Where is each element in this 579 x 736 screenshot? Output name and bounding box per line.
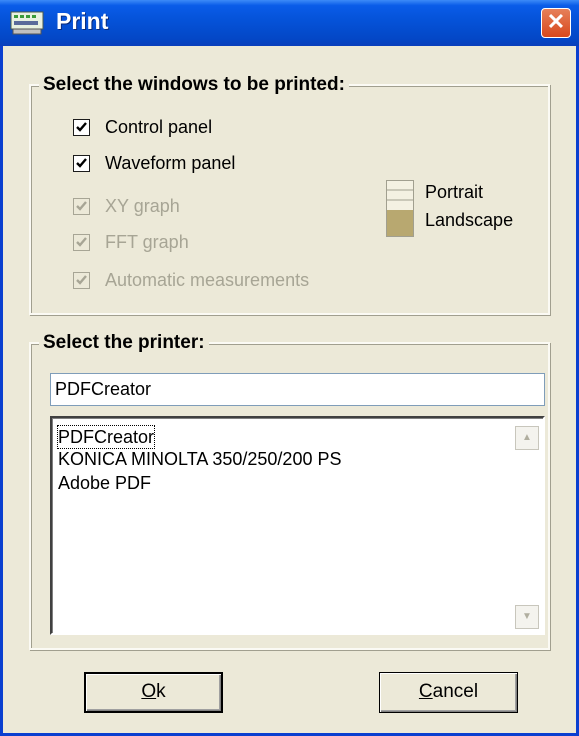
checkbox-label: Waveform panel xyxy=(105,152,236,173)
check-icon xyxy=(76,200,87,211)
checkbox-fft-graph: FFT graph xyxy=(73,229,189,255)
orientation-landscape-label[interactable]: Landscape xyxy=(425,210,513,231)
checkbox-control-panel[interactable]: Control panel xyxy=(73,114,212,140)
orientation-toggle-icon[interactable] xyxy=(386,180,414,237)
print-dialog: Print ✕ Select the windows to be printed… xyxy=(0,0,579,736)
checkbox-box xyxy=(73,271,90,289)
checkbox-automatic-measurements: Automatic measurements xyxy=(73,267,309,293)
orientation-portrait-label[interactable]: Portrait xyxy=(425,182,483,203)
list-item[interactable]: Adobe PDF xyxy=(58,472,151,494)
printer-group-legend: Select the printer: xyxy=(39,332,209,354)
checkbox-box xyxy=(73,233,90,251)
ok-mnemonic: O xyxy=(141,681,157,702)
cancel-mnemonic: C xyxy=(418,681,433,702)
scroll-up-button[interactable]: ▲ xyxy=(515,426,539,450)
printer-app-icon xyxy=(10,11,44,35)
ok-button[interactable]: Ok xyxy=(84,672,223,713)
checkbox-waveform-panel[interactable]: Waveform panel xyxy=(73,150,235,176)
checkbox-label: FFT graph xyxy=(105,231,189,252)
check-icon xyxy=(76,236,87,247)
windows-group-legend: Select the windows to be printed: xyxy=(39,74,349,96)
checkbox-box xyxy=(73,197,90,215)
checkbox-label: Control panel xyxy=(105,116,213,137)
checkbox-box[interactable] xyxy=(73,154,90,172)
check-icon xyxy=(76,121,87,132)
close-icon: ✕ xyxy=(546,9,566,34)
check-icon xyxy=(76,157,87,168)
scroll-down-button[interactable]: ▼ xyxy=(515,605,539,629)
ok-label: k xyxy=(156,681,166,702)
checkbox-xy-graph: XY graph xyxy=(73,193,180,219)
list-item[interactable]: KONICA MINOLTA 350/250/200 PS xyxy=(58,448,341,470)
title-bar[interactable]: Print ✕ xyxy=(0,0,579,46)
checkbox-label: XY graph xyxy=(105,195,180,216)
cancel-button[interactable]: Cancel xyxy=(379,672,518,713)
printer-list-scrollbar[interactable]: ▲ ▼ xyxy=(515,422,539,629)
check-icon xyxy=(76,274,87,285)
printer-list[interactable]: PDFCreator KONICA MINOLTA 350/250/200 PS… xyxy=(50,416,545,635)
checkbox-box[interactable] xyxy=(73,118,90,136)
window-title: Print xyxy=(56,8,109,34)
close-button[interactable]: ✕ xyxy=(541,8,571,38)
arrow-down-icon: ▼ xyxy=(522,611,532,622)
arrow-up-icon: ▲ xyxy=(522,432,532,443)
printer-name-field[interactable]: PDFCreator xyxy=(50,373,545,406)
list-item[interactable]: PDFCreator xyxy=(56,425,156,449)
cancel-label: ancel xyxy=(432,681,479,702)
checkbox-label: Automatic measurements xyxy=(105,269,310,290)
